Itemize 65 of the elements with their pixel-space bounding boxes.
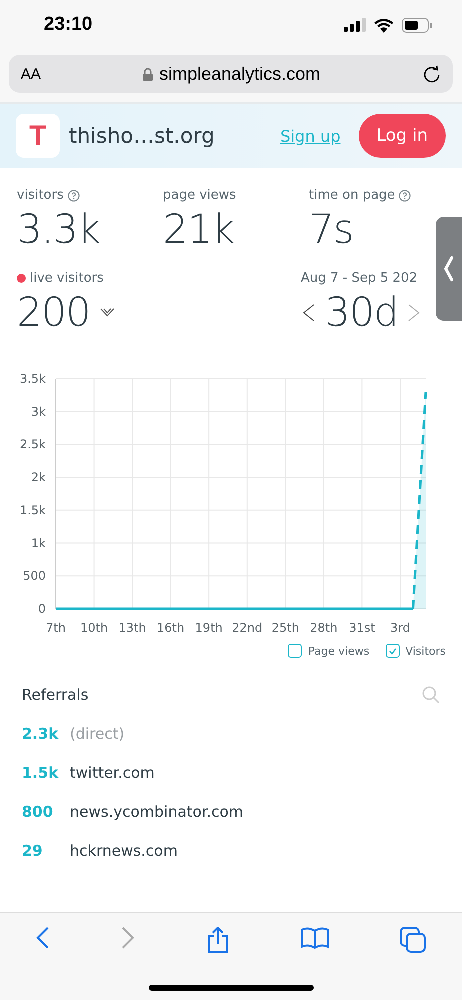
axis-label: 500 [23,569,46,584]
check-icon [388,648,397,654]
axis-label: 0 [38,602,46,616]
url-text: simpleanalytics.com [159,64,321,84]
stat-label: page views [163,188,236,203]
referral-source[interactable]: news.ycombinator.com [70,802,244,820]
axis-label: 10th [80,621,108,632]
referral-count: 29 [22,842,44,860]
axis-label: 13th [118,621,146,632]
lock-icon [143,68,154,80]
chevron-down-icon[interactable] [100,308,116,318]
legend-checkbox[interactable] [288,644,302,658]
stat-value: 7s [309,207,354,253]
axis-label: 25th [272,621,300,632]
section-title: Referrals [22,686,89,704]
help-icon[interactable] [68,190,80,202]
axis-label: 2k [31,470,46,485]
stat-value: 21k [163,207,234,253]
axis-label: 16th [157,621,185,632]
axis-label: 3k [31,404,46,419]
signal-icon [344,18,366,32]
chevron-left-icon[interactable] [301,304,315,322]
legend-label: Page views [308,644,370,658]
status-time: 23:10 [44,14,93,36]
address-bar[interactable]: AA simpleanalytics.com [9,55,453,93]
log-in-button[interactable]: Log in [358,114,446,158]
chevron-left-icon [444,256,454,282]
axis-label: 28th [310,621,338,632]
axis-label: 31st [349,621,376,632]
referral-source[interactable]: twitter.com [70,764,155,782]
text-size-button[interactable]: AA [21,66,42,82]
axis-label: 22nd [232,621,263,632]
legend-label: Visitors [406,644,446,658]
reload-icon[interactable] [423,65,441,83]
stat-label: live visitors [30,271,104,286]
back-icon[interactable] [36,927,50,949]
site-logo: T [16,114,60,158]
referral-count: 800 [22,802,54,820]
axis-label: 19th [195,621,223,632]
legend-checkbox[interactable] [386,644,400,658]
referral-count: 1.5k [22,764,58,782]
axis-label: 3rd [390,621,410,632]
axis-label: 1k [31,536,46,550]
referral-source[interactable]: hckrnews.com [70,842,178,860]
axis-label: 1.5k [20,503,46,518]
site-name[interactable]: thisho…st.org [69,124,280,148]
side-panel-handle[interactable] [436,217,462,321]
date-range: Aug 7 - Sep 5 202 [301,271,418,286]
axis-label: 3.5k [20,372,46,386]
referral-count: 2.3k [22,724,58,742]
help-icon[interactable] [399,190,412,202]
axis-label: 2.5k [20,438,46,452]
period-value[interactable]: 30d [325,290,398,336]
share-icon[interactable] [206,927,229,953]
stat-value: 200 [17,290,90,336]
tabs-icon[interactable] [400,927,426,953]
chevron-right-icon[interactable] [408,304,422,322]
stat-value: 3.3k [17,207,100,253]
stat-label: time on page [309,188,396,203]
battery-icon [402,18,432,32]
forward-icon[interactable] [121,927,136,949]
wifi-icon [374,18,394,32]
axis-label: 7th [46,621,66,632]
stat-label: visitors [17,188,64,203]
book-icon[interactable] [300,927,329,949]
